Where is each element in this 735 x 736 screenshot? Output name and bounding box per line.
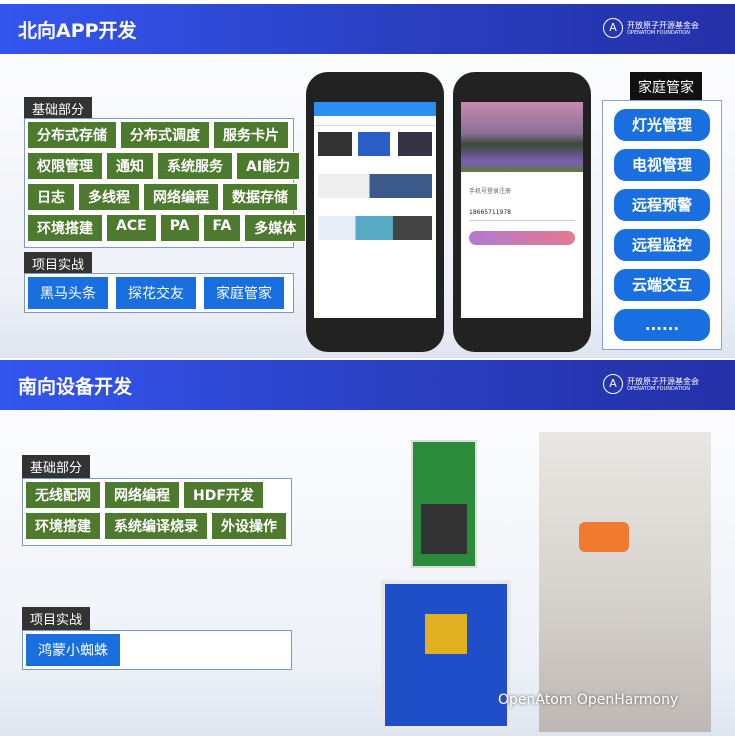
south-projects-label: 项目实战 — [22, 607, 91, 630]
dev-board-photo — [411, 440, 477, 568]
spider-robot-photo — [539, 432, 711, 732]
topic-chip: FA — [202, 214, 242, 242]
phone-login-app: 手机号登录注册 18665711978 — [453, 72, 591, 352]
topic-chip: 服务卡片 — [213, 121, 289, 149]
topic-chip: 环境搭建 — [27, 214, 103, 242]
project-button[interactable]: 家庭管家 — [204, 277, 284, 309]
home-feature-button[interactable]: 电视管理 — [614, 149, 710, 181]
topic-chip: PA — [159, 214, 200, 242]
north-basics-label: 基础部分 — [24, 97, 93, 120]
topic-chip: 分布式调度 — [120, 121, 210, 149]
topic-chip: HDF开发 — [183, 481, 264, 509]
topic-row: 环境搭建 系统编译烧录 外设操作 — [25, 512, 289, 540]
north-header: 北向APP开发 A 开放原子开源基金会 OPENATOM FOUNDATION — [0, 4, 735, 54]
topic-chip: 系统服务 — [157, 152, 233, 180]
topic-chip: ACE — [106, 214, 157, 242]
topic-chip: 数据存储 — [222, 183, 298, 211]
topic-chip: AI能力 — [236, 152, 301, 180]
home-feature-button[interactable]: 灯光管理 — [614, 109, 710, 141]
project-button[interactable]: 探花交友 — [116, 277, 196, 309]
south-basics-label: 基础部分 — [22, 455, 91, 478]
north-projects-label: 项目实战 — [24, 252, 93, 275]
north-title: 北向APP开发 — [18, 20, 137, 42]
south-header: 南向设备开发 A 开放原子开源基金会 OPENATOM FOUNDATION — [0, 360, 735, 410]
watermark: OpenAtom OpenHarmony — [498, 692, 679, 708]
topic-chip: 多线程 — [78, 183, 140, 211]
home-features: 灯光管理电视管理远程预警远程监控云端交互...... — [602, 100, 722, 350]
openatom-logo: A 开放原子开源基金会 OPENATOM FOUNDATION — [603, 374, 699, 394]
pcb-photo — [381, 580, 511, 730]
topic-row: 权限管理 通知 系统服务 AI能力 — [27, 152, 301, 180]
topic-row: 日志 多线程 网络编程 数据存储 — [27, 183, 298, 211]
phone-number: 18665711978 — [469, 209, 575, 221]
topic-chip: 日志 — [27, 183, 75, 211]
home-feature-button[interactable]: 远程预警 — [614, 189, 710, 221]
topic-chip: 系统编译烧录 — [104, 512, 208, 540]
home-feature-button[interactable]: 远程监控 — [614, 229, 710, 261]
north-basics-box: 分布式存储 分布式调度 服务卡片 权限管理 通知 系统服务 AI能力 日志 多线程 网络编程 数据存… — [24, 118, 307, 248]
home-feature-button[interactable]: ...... — [614, 309, 710, 341]
login-title: 手机号登录注册 — [469, 188, 512, 195]
south-projects-box: 鸿蒙小蜘蛛 — [22, 630, 292, 670]
topic-chip: 无线配网 — [25, 481, 101, 509]
topic-chip: 分布式存储 — [27, 121, 117, 149]
topic-chip: 多媒体 — [244, 214, 307, 242]
topic-chip: 权限管理 — [27, 152, 103, 180]
home-feature-button[interactable]: 云端交互 — [614, 269, 710, 301]
topic-row: 环境搭建 ACE PA FA 多媒体 — [27, 214, 307, 242]
topic-chip: 网络编程 — [143, 183, 219, 211]
phone-news-app — [306, 72, 444, 352]
topic-chip: 外设操作 — [211, 512, 287, 540]
openatom-logo: A 开放原子开源基金会 OPENATOM FOUNDATION — [603, 18, 699, 38]
topic-chip: 环境搭建 — [25, 512, 101, 540]
topic-row: 无线配网 网络编程 HDF开发 — [25, 481, 289, 509]
north-projects-box: 黑马头条 探花交友 家庭管家 — [24, 273, 294, 313]
login-button[interactable] — [469, 231, 575, 245]
topic-chip: 网络编程 — [104, 481, 180, 509]
topic-chip: 通知 — [106, 152, 154, 180]
topic-row: 分布式存储 分布式调度 服务卡片 — [27, 121, 291, 149]
project-button[interactable]: 鸿蒙小蜘蛛 — [26, 634, 120, 666]
south-basics-box: 无线配网 网络编程 HDF开发 环境搭建 系统编译烧录 外设操作 — [22, 478, 292, 546]
south-title: 南向设备开发 — [18, 376, 133, 398]
home-label: 家庭管家 — [630, 72, 702, 102]
project-button[interactable]: 黑马头条 — [28, 277, 108, 309]
